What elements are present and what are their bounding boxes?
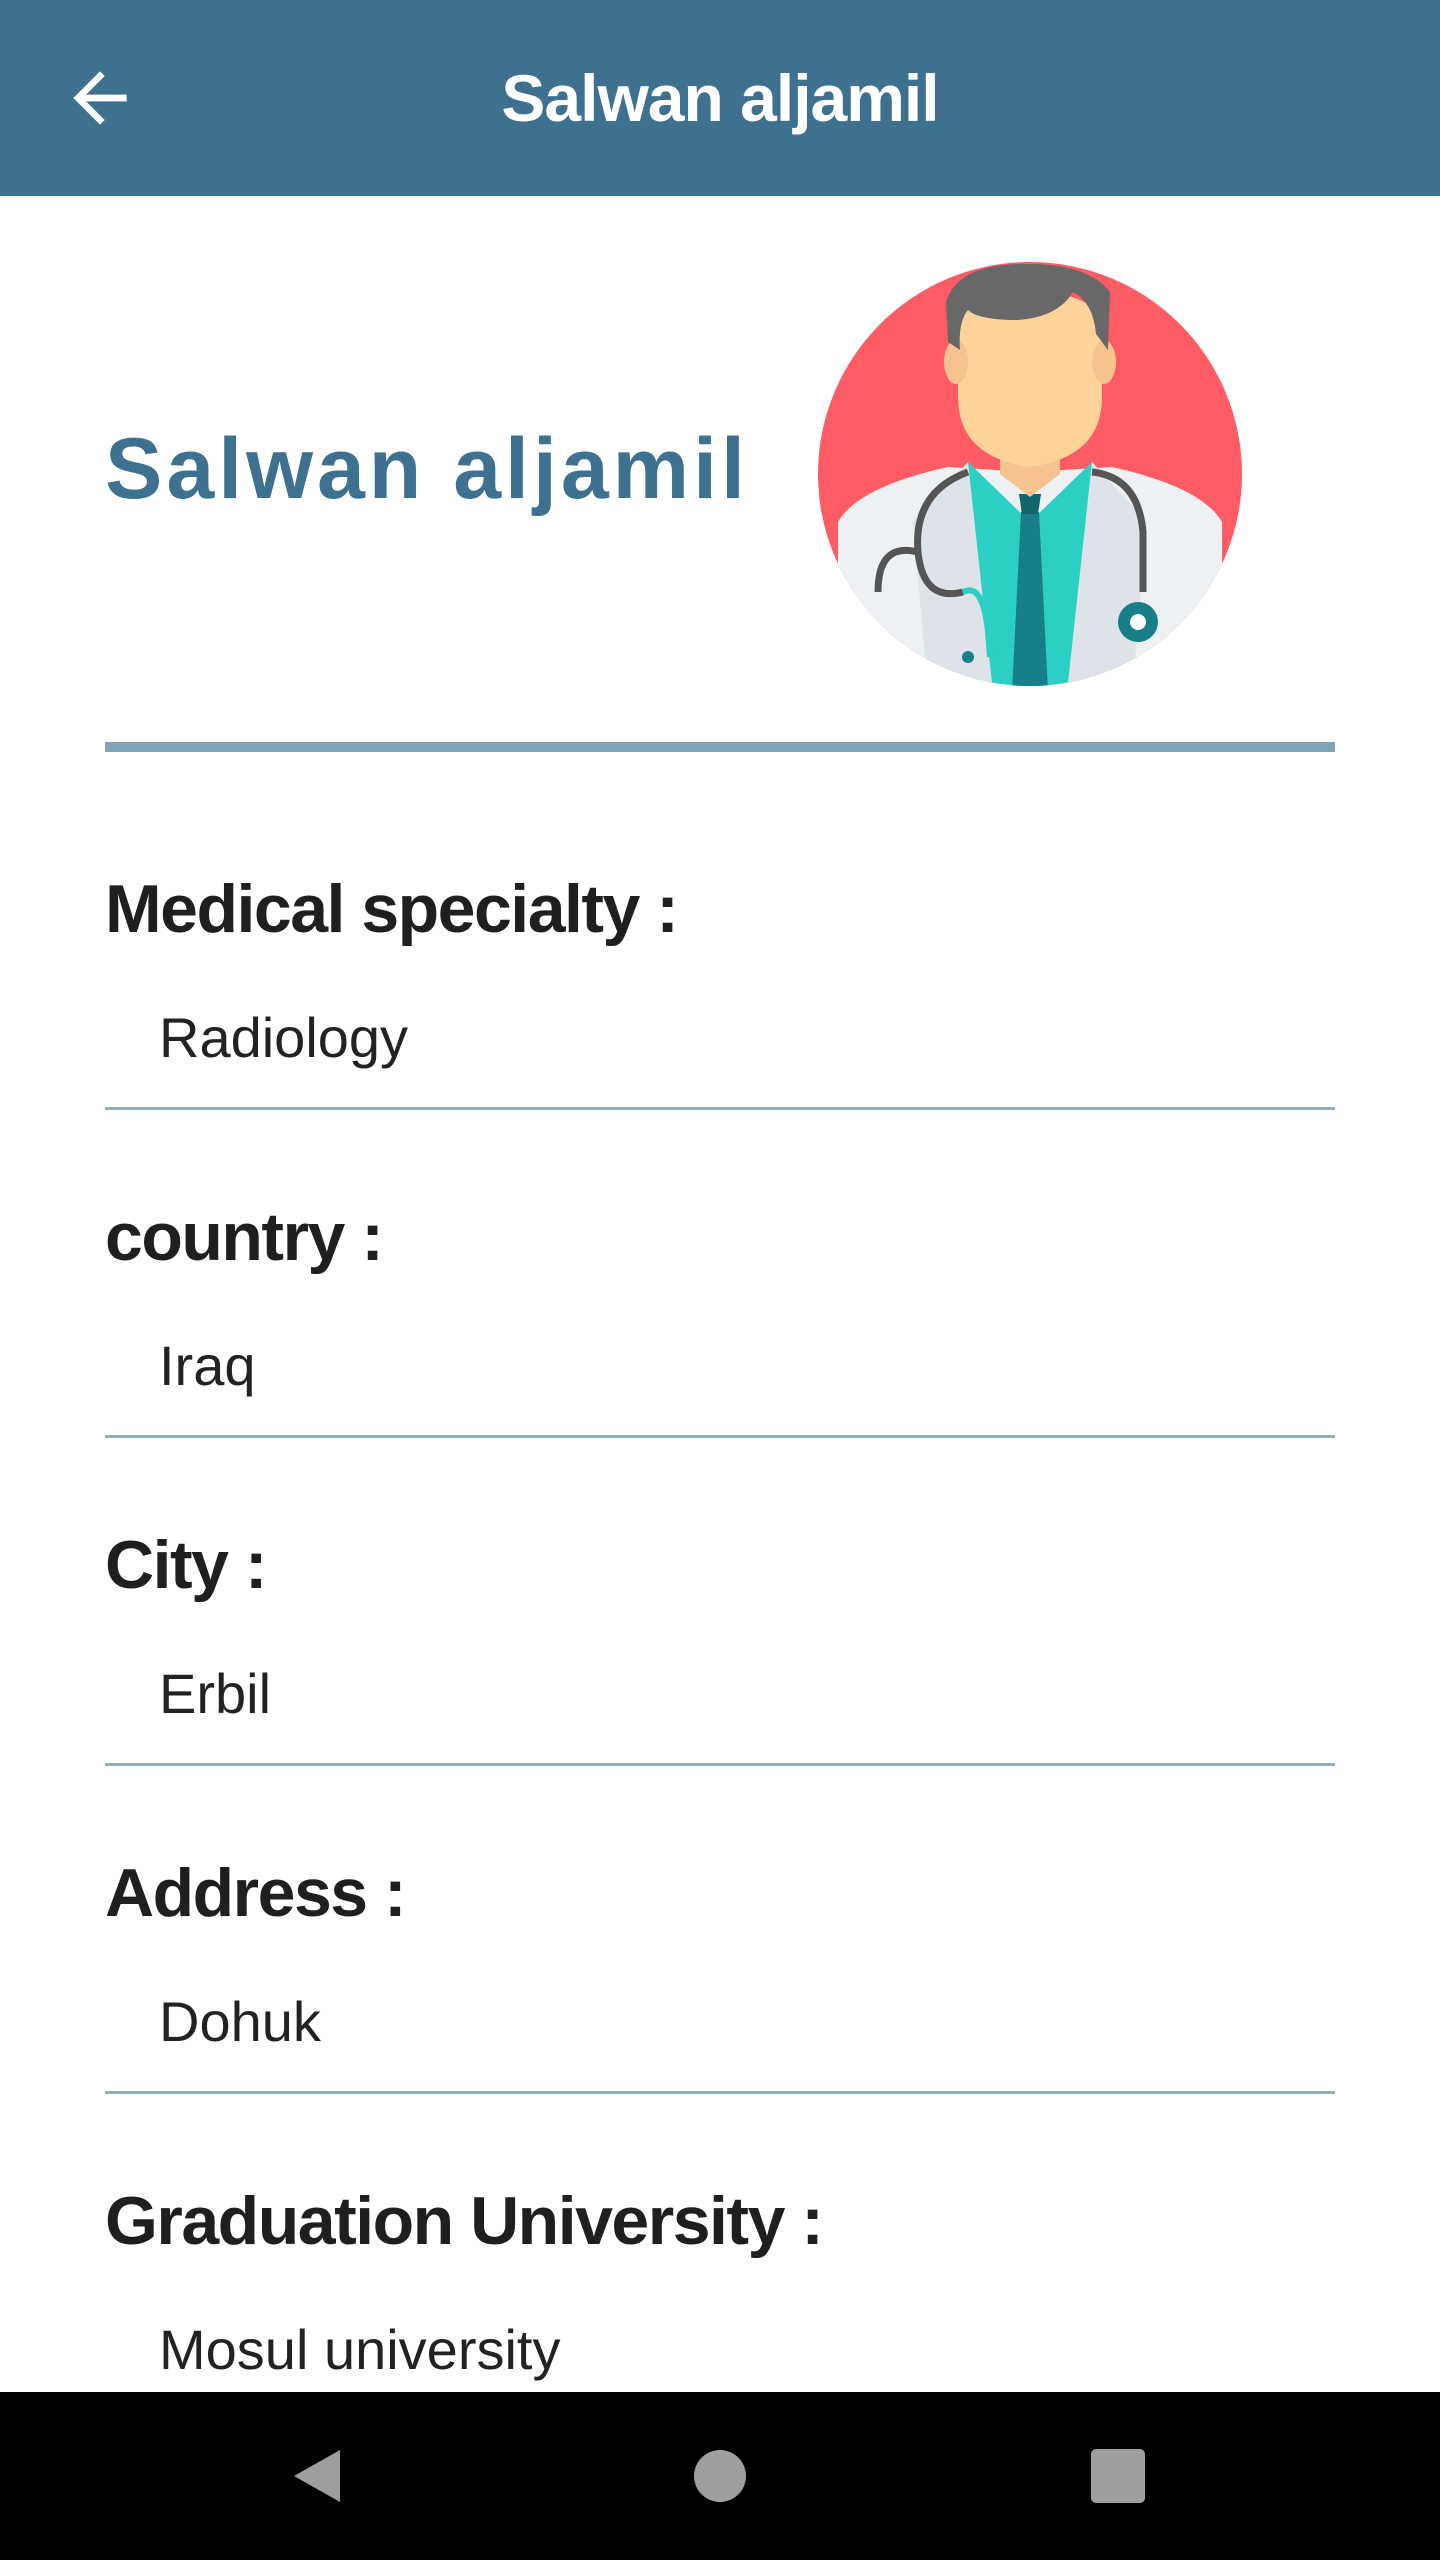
field-value: Erbil	[159, 1662, 272, 1725]
field-address: Address : Dohuk	[105, 1854, 1335, 2182]
field-label: City :	[105, 1527, 268, 1603]
field-underline	[105, 1763, 1335, 1766]
field-label: Graduation University :	[105, 2183, 824, 2259]
field-underline	[105, 1107, 1335, 1110]
field-label: Medical specialty :	[105, 871, 679, 947]
triangle-back-icon	[294, 2450, 340, 2502]
profile-name: Salwan aljamil	[105, 421, 749, 517]
field-underline	[105, 1435, 1335, 1438]
square-recents-icon	[1091, 2449, 1145, 2503]
field-medical-specialty: Medical specialty : Radiology	[105, 870, 1335, 1198]
field-label: country :	[105, 1199, 384, 1275]
nav-back-button[interactable]	[258, 2416, 378, 2536]
field-value: Mosul university	[159, 2318, 561, 2381]
system-nav-bar	[0, 2392, 1440, 2560]
header-divider	[105, 742, 1335, 752]
field-value: Radiology	[159, 1006, 409, 1069]
nav-recents-button[interactable]	[1058, 2416, 1178, 2536]
field-value: Dohuk	[159, 1990, 321, 2053]
circle-home-icon	[694, 2450, 746, 2502]
field-country: country : Iraq	[105, 1198, 1335, 1526]
nav-home-button[interactable]	[660, 2416, 780, 2536]
field-label: Address :	[105, 1855, 407, 1931]
app-bar-title: Salwan aljamil	[501, 61, 939, 135]
app-bar: Salwan aljamil	[0, 0, 1440, 196]
field-underline	[105, 2091, 1335, 2094]
doctor-avatar-icon	[818, 262, 1242, 686]
field-value: Iraq	[159, 1334, 256, 1397]
field-city: City : Erbil	[105, 1526, 1335, 1854]
